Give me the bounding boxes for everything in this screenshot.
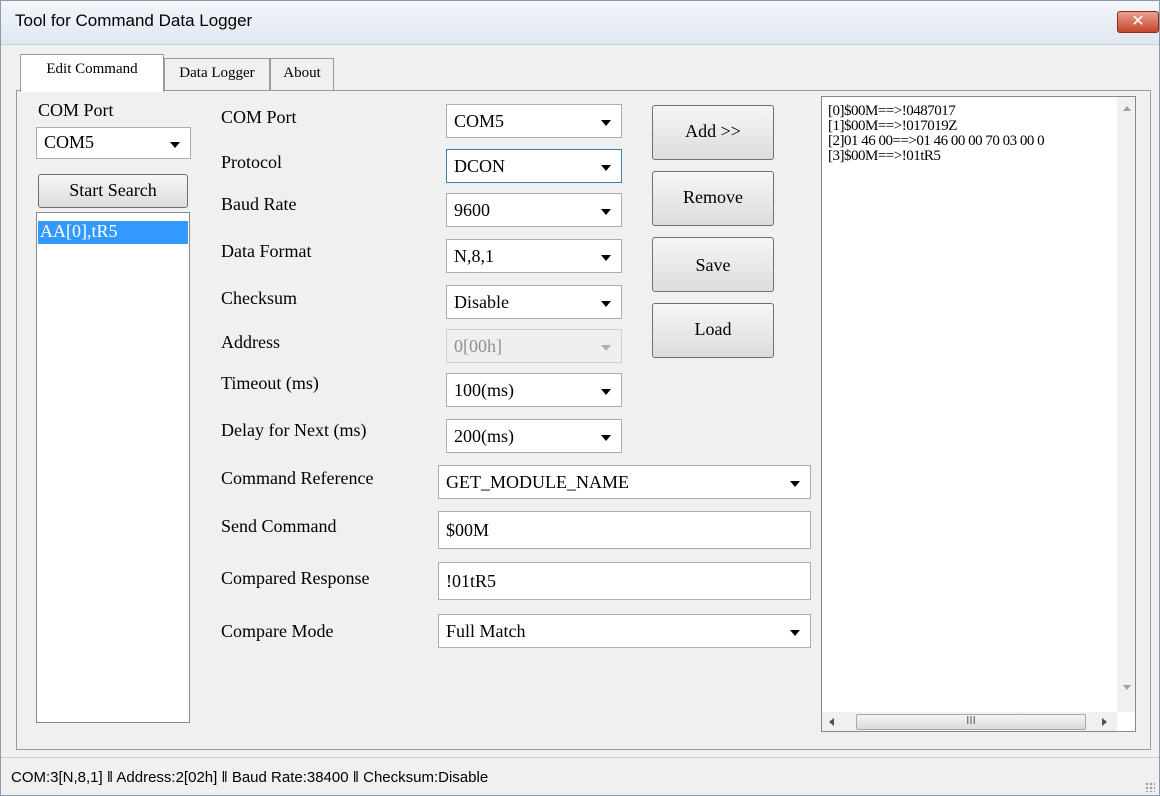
com-port-select[interactable]: COM5 [446, 104, 622, 138]
remove-button[interactable]: Remove [652, 171, 774, 226]
compared-response-label: Compared Response [221, 568, 370, 588]
scroll-left-icon[interactable] [829, 718, 834, 726]
compare-mode-label: Compare Mode [221, 621, 334, 641]
log-line[interactable]: [2]01 46 00==>01 46 00 00 70 03 00 0 [828, 134, 1045, 149]
scroll-up-icon[interactable] [1123, 106, 1131, 111]
log-line[interactable]: [3]$00M==>!01tR5 [828, 149, 941, 164]
chevron-down-icon [170, 142, 180, 148]
list-item[interactable]: AA[0],tR5 [38, 221, 188, 244]
log-line[interactable]: [1]$00M==>!017019Z [828, 119, 957, 134]
start-search-button[interactable]: Start Search [38, 174, 188, 208]
close-button[interactable]: ✕ [1117, 11, 1159, 33]
data-format-select[interactable]: N,8,1 [446, 239, 622, 273]
send-command-label: Send Command [221, 516, 337, 536]
compare-mode-select[interactable]: Full Match [438, 614, 811, 648]
left-com-port-label: COM Port [38, 100, 114, 120]
timeout-label: Timeout (ms) [221, 373, 319, 393]
send-command-input[interactable]: $00M [438, 511, 811, 549]
chevron-down-icon [601, 435, 611, 441]
protocol-label: Protocol [221, 152, 282, 172]
baud-rate-select[interactable]: 9600 [446, 193, 622, 227]
device-listbox[interactable]: AA[0],tR5 [36, 212, 190, 723]
scroll-right-icon[interactable] [1102, 718, 1107, 726]
scroll-down-icon[interactable] [1123, 685, 1131, 690]
chevron-down-icon [601, 165, 611, 171]
load-button[interactable]: Load [652, 303, 774, 358]
chevron-down-icon [601, 255, 611, 261]
tab-label: Edit Command [46, 61, 138, 77]
app-window: Tool for Command Data Logger ✕ Edit Comm… [0, 0, 1160, 796]
chevron-down-icon [790, 630, 800, 636]
tab-label: Data Logger [179, 65, 255, 81]
tab-about[interactable]: About [270, 58, 334, 91]
log-line[interactable]: [0]$00M==>!0487017 [828, 104, 956, 119]
window-title: Tool for Command Data Logger [15, 11, 253, 30]
command-reference-select[interactable]: GET_MODULE_NAME [438, 465, 811, 499]
chevron-down-icon [601, 389, 611, 395]
timeout-select[interactable]: 100(ms) [446, 373, 622, 407]
compared-response-input[interactable]: !01tR5 [438, 562, 811, 600]
chevron-down-icon [790, 481, 800, 487]
delay-next-label: Delay for Next (ms) [221, 420, 367, 440]
title-bar[interactable]: Tool for Command Data Logger ✕ [1, 1, 1159, 45]
address-label: Address [221, 332, 280, 352]
data-format-label: Data Format [221, 241, 312, 261]
scroll-thumb[interactable]: III [856, 714, 1086, 730]
status-bar: COM:3[N,8,1] ‖ Address:2[02h] ‖ Baud Rat… [1, 757, 1159, 795]
add-button[interactable]: Add >> [652, 105, 774, 160]
command-reference-label: Command Reference [221, 468, 374, 488]
command-log-listbox[interactable]: [0]$00M==>!0487017 [1]$00M==>!017019Z [2… [821, 96, 1136, 732]
vertical-scrollbar[interactable] [1117, 97, 1135, 712]
tab-data-logger[interactable]: Data Logger [164, 58, 270, 91]
com-port-label: COM Port [221, 107, 297, 127]
tab-edit-command[interactable]: Edit Command [20, 54, 164, 92]
close-icon: ✕ [1131, 11, 1145, 30]
tab-label: About [283, 65, 321, 81]
protocol-select[interactable]: DCON [446, 149, 622, 183]
left-com-port-value: COM5 [44, 132, 95, 152]
resize-grip-icon[interactable] [1145, 782, 1155, 792]
address-select: 0[00h] [446, 329, 622, 363]
chevron-down-icon [601, 209, 611, 215]
chevron-down-icon [601, 301, 611, 307]
delay-next-select[interactable]: 200(ms) [446, 419, 622, 453]
chevron-down-icon [601, 120, 611, 126]
grip-icon: III [966, 714, 976, 727]
left-com-port-select[interactable]: COM5 [36, 127, 191, 159]
status-text: COM:3[N,8,1] ‖ Address:2[02h] ‖ Baud Rat… [11, 769, 489, 786]
chevron-down-icon [601, 345, 611, 351]
save-button[interactable]: Save [652, 237, 774, 292]
baud-rate-label: Baud Rate [221, 194, 297, 214]
checksum-select[interactable]: Disable [446, 285, 622, 319]
horizontal-scrollbar[interactable]: III [822, 712, 1117, 731]
checksum-label: Checksum [221, 288, 297, 308]
